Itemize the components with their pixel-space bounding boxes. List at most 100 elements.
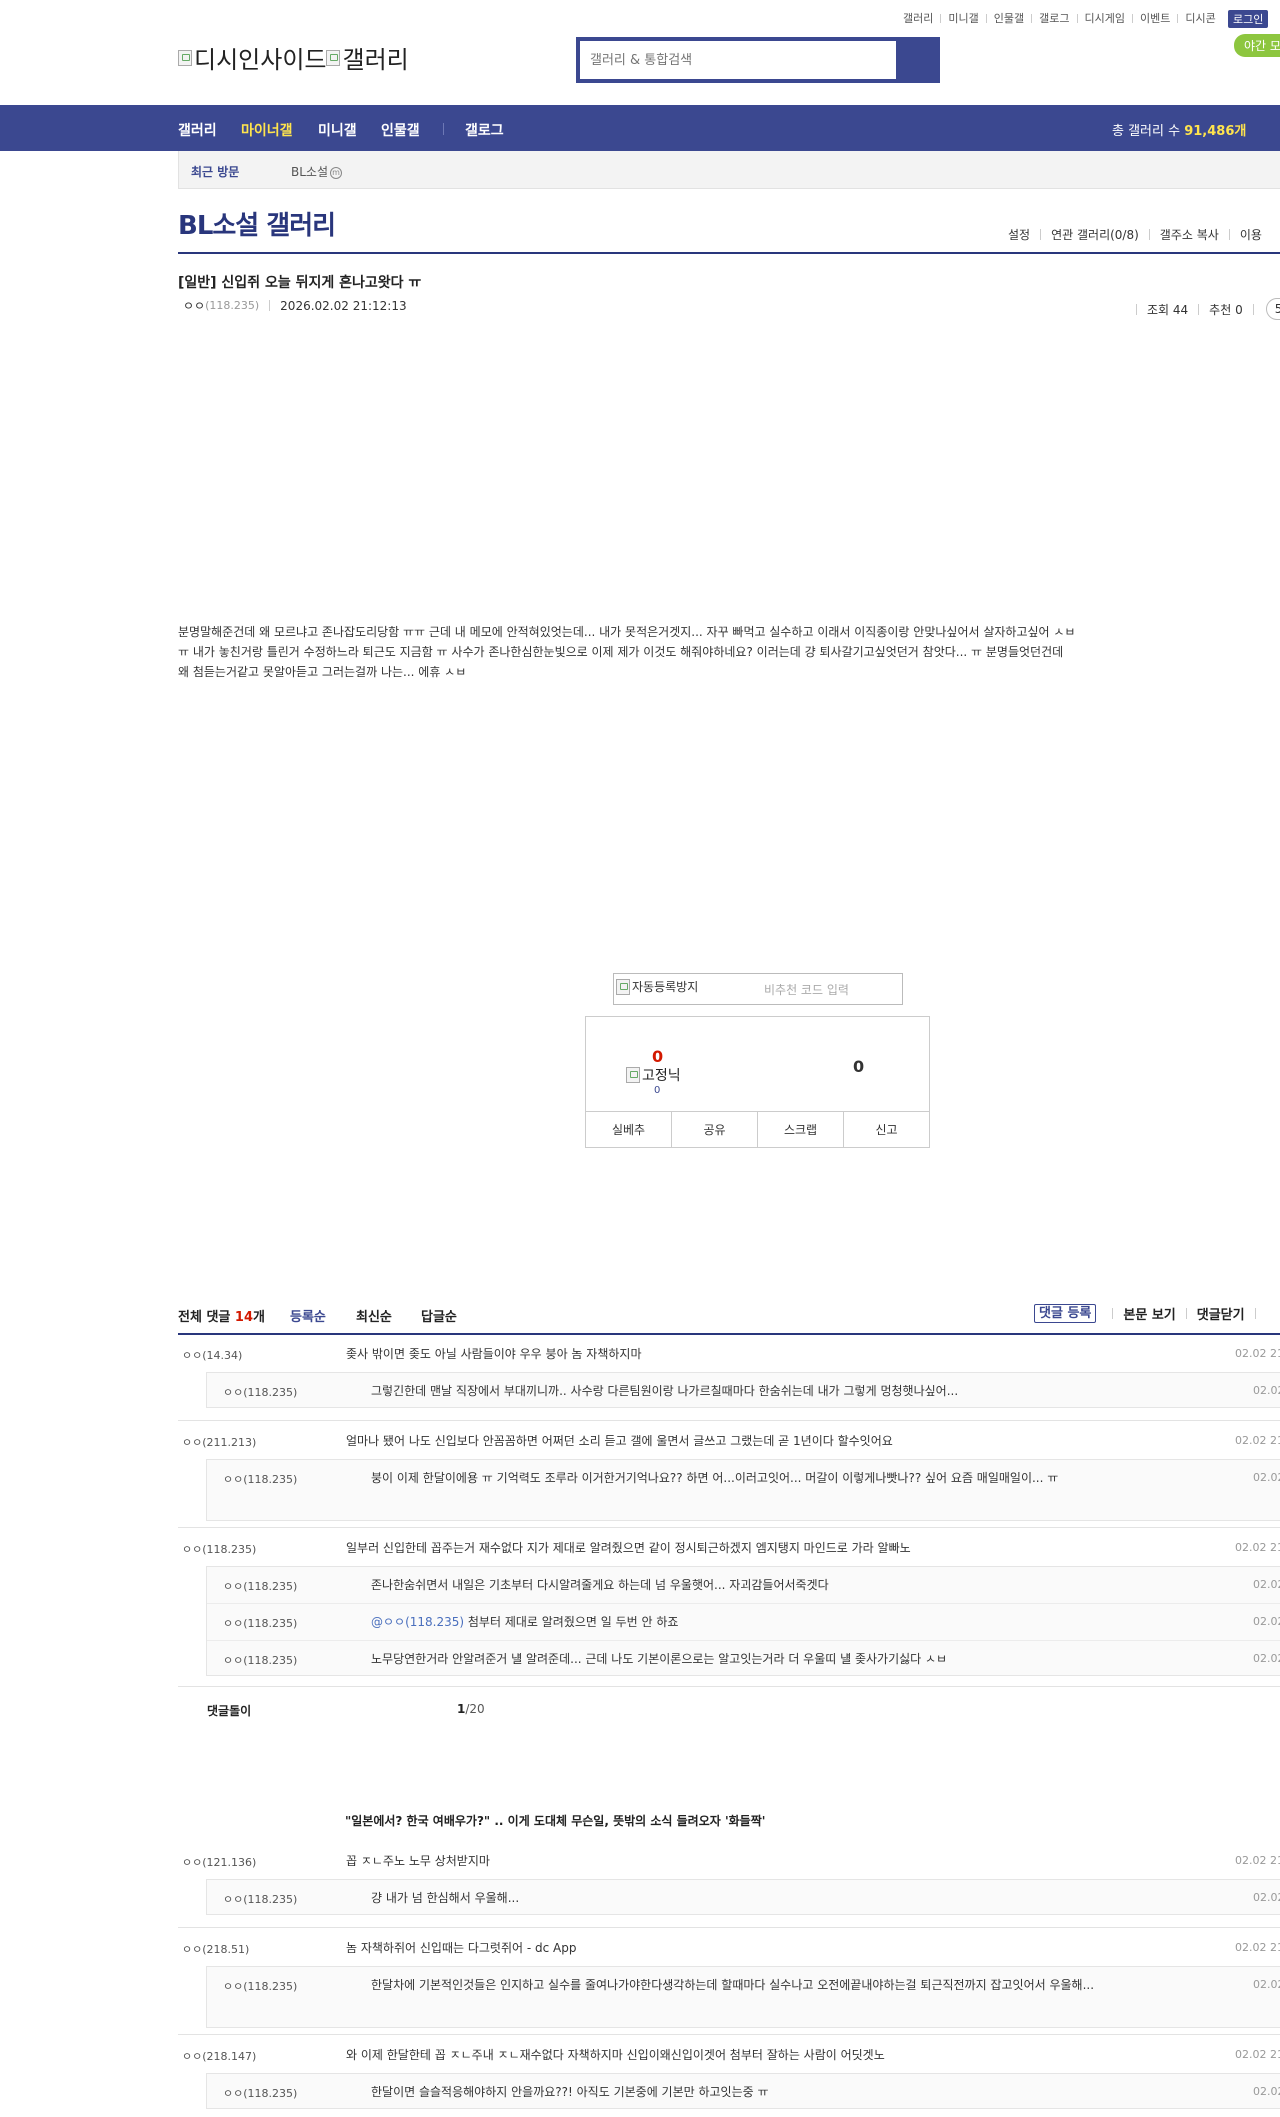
captcha-input[interactable]: 비추천 코드 입력 <box>764 981 849 998</box>
comment-nick[interactable]: ㅇㅇ(14.34) <box>182 1347 242 1363</box>
reply-date: 02.02 21:2 <box>1253 1978 1280 1991</box>
reply-date: 02.02 21:2 <box>1253 1891 1280 1904</box>
fixed-nick-label: 고정닉 <box>642 1068 681 1084</box>
total-value: 91,486개 <box>1184 124 1247 139</box>
reply-list: ㅇㅇ(118.235) 한달이면 슬슬적응해야하지 안을까요??! 아직도 기본… <box>206 2073 1280 2109</box>
search-bar <box>576 37 940 83</box>
comment-count-button[interactable]: 5 <box>1265 298 1280 320</box>
best-recommend-button[interactable]: 실베추 <box>586 1112 671 1147</box>
related-gallery-link[interactable]: 연관 갤러리(0/8) <box>1051 226 1139 243</box>
recent-visits: 최근 방문 BL소설 m <box>178 151 1280 189</box>
total-label: 총 갤러리 수 <box>1112 124 1181 139</box>
divider <box>1031 13 1033 23</box>
reply-text: 노무당연한거라 안알려준거 냴 알려준데... 근데 나도 기본이론으로는 알고… <box>371 1652 948 1666</box>
nav-gallog[interactable]: 갤로그 <box>465 120 504 140</box>
post-ip: (118.235) <box>205 299 260 312</box>
top-link-game[interactable]: 디시게임 <box>1085 10 1125 26</box>
broken-image-icon <box>326 49 341 66</box>
recommend-box: 0 고정닉 0 0 실베추 공유 스크랩 신고 <box>585 1016 930 1148</box>
reply-nick[interactable]: ㅇㅇ(118.235) <box>223 1578 297 1594</box>
top-links: 갤러리 미니갤 인물갤 갤로그 디시게임 이벤트 디시콘 <box>903 10 1216 26</box>
divider <box>178 1333 1280 1335</box>
reply-date: 02.02 21:2 <box>1253 2085 1280 2098</box>
comment-nick[interactable]: ㅇㅇ(118.235) <box>182 1541 256 1557</box>
top-link-event[interactable]: 이벤트 <box>1140 10 1170 26</box>
recent-item-label: BL소설 <box>291 165 328 179</box>
comment-nick[interactable]: ㅇㅇ(218.147) <box>182 2048 256 2064</box>
comment-pagination[interactable]: 1/20 <box>457 1702 485 1716</box>
share-button[interactable]: 공유 <box>671 1112 757 1147</box>
search-button[interactable] <box>898 41 936 79</box>
comment-item: ㅇㅇ(218.51) 놈 자책하쥐어 신입때는 다그럿쥐어 - dc App 0… <box>178 1939 1280 2035</box>
reply-nick[interactable]: ㅇㅇ(118.235) <box>223 1384 297 1400</box>
divider <box>1177 13 1179 23</box>
usage-link[interactable]: 이용 <box>1240 226 1262 243</box>
recent-item-bl-novel[interactable]: BL소설 m <box>291 163 342 180</box>
login-button[interactable]: 로그인 <box>1228 10 1269 28</box>
reply-nick[interactable]: ㅇㅇ(118.235) <box>223 1471 297 1487</box>
settings-link[interactable]: 설정 <box>1008 226 1030 243</box>
nav-gallery[interactable]: 갤러리 <box>178 120 217 140</box>
comment-text: 일부러 신입한테 꼽주는거 재수없다 지가 제대로 알려줬으면 같이 정시퇴근하… <box>346 1541 911 1555</box>
sort-tab-registered[interactable]: 등록순 <box>290 1306 326 1325</box>
reply-date: 02.02 21:2 <box>1253 1578 1280 1591</box>
reply-list: ㅇㅇ(118.235) 존나한숨쉬면서 내일은 기초부터 다시알려줄게요 하는데… <box>206 1566 1280 1676</box>
site-logo[interactable]: 디시인사이드 갤러리 <box>178 40 409 75</box>
reply-item: ㅇㅇ(118.235) 노무당연한거라 안알려준거 냴 알려준데... 근데 나… <box>207 1640 1280 1677</box>
reply-date: 02.02 21:2 <box>1253 1652 1280 1665</box>
reply-nick[interactable]: ㅇㅇ(118.235) <box>223 2085 297 2101</box>
copy-address-link[interactable]: 갤주소 복사 <box>1160 226 1219 243</box>
divider <box>178 2034 1280 2035</box>
news-headline-link[interactable]: "일본에서? 한국 여배우가?" .. 이게 도대체 무슨일, 뜻밖의 소식 들… <box>345 1812 765 1829</box>
search-input[interactable] <box>580 41 896 79</box>
top-link-mini[interactable]: 미니갤 <box>948 10 978 26</box>
top-link-gallog[interactable]: 갤로그 <box>1039 10 1069 26</box>
reply-nick[interactable]: ㅇㅇ(118.235) <box>223 1891 297 1907</box>
scrap-button[interactable]: 스크랩 <box>757 1112 843 1147</box>
sort-tab-replies[interactable]: 답글순 <box>421 1306 457 1325</box>
minor-gallery-icon: m <box>330 167 342 179</box>
reply-list: ㅇㅇ(118.235) 한달차에 기본적인것들은 인지하고 실수를 줄여나가야한… <box>206 1966 1280 2028</box>
view-post-button[interactable]: 본문 보기 <box>1123 1304 1175 1323</box>
comment-item: ㅇㅇ(218.147) 와 이제 한달한테 꼽 ㅈㄴ주내 ㅈㄴ재수없다 자책하지… <box>178 2046 1280 2117</box>
reply-nick[interactable]: ㅇㅇ(118.235) <box>223 1978 297 1994</box>
recommend-down-count[interactable]: 0 <box>853 1057 864 1076</box>
top-link-gallery[interactable]: 갤러리 <box>903 10 933 26</box>
comment-nick[interactable]: ㅇㅇ(211.213) <box>182 1434 256 1450</box>
comment-nick[interactable]: ㅇㅇ(218.51) <box>182 1941 249 1957</box>
reply-list: ㅇㅇ(118.235) 붕이 이제 한달이에용 ㅠ 기억력도 조루라 이거한거기… <box>206 1459 1280 1521</box>
comment-header: 전체 댓글 14개 등록순 최신순 답글순 댓글 등록 본문 보기 댓글닫기 <box>178 1304 1280 1334</box>
comment-nick[interactable]: ㅇㅇ(121.136) <box>182 1854 256 1870</box>
nav-mini-gallery[interactable]: 미니갤 <box>318 120 357 140</box>
register-comment-button[interactable]: 댓글 등록 <box>1034 1304 1097 1323</box>
nav-person-gallery[interactable]: 인물갤 <box>381 120 420 140</box>
close-comments-button[interactable]: 댓글닫기 <box>1197 1304 1245 1323</box>
reply-list: ㅇㅇ(118.235) 걍 내가 넘 한심해서 우울해... 02.02 21:… <box>206 1879 1280 1915</box>
divider <box>1040 229 1042 240</box>
fixed-nick-count: 0 <box>654 1085 661 1096</box>
comment-date: 02.02 21: <box>1235 1434 1280 1447</box>
top-link-dccon[interactable]: 디시콘 <box>1185 10 1215 26</box>
recommend-up-count[interactable]: 0 <box>652 1047 663 1066</box>
search-icon <box>898 41 936 79</box>
comment-text: 와 이제 한달한테 꼽 ㅈㄴ주내 ㅈㄴ재수없다 자책하지마 신입이왜신입이겟어 … <box>346 2048 885 2062</box>
night-mode-button[interactable]: 야간 모드 <box>1234 34 1280 57</box>
report-button[interactable]: 신고 <box>843 1112 929 1147</box>
reply-nick[interactable]: ㅇㅇ(118.235) <box>223 1652 297 1668</box>
comment-date: 02.02 21: <box>1235 2048 1280 2061</box>
captcha-alt: 자동등록방지 <box>632 980 699 994</box>
post-stats: 조회 44 추천 0 5 <box>1126 298 1280 320</box>
post-author[interactable]: ㅇㅇ <box>183 297 205 314</box>
divider <box>1148 229 1150 240</box>
gallery-title[interactable]: BL소설 갤러리 <box>178 205 336 242</box>
nav-minor-gallery[interactable]: 마이너갤 <box>241 120 293 140</box>
comment-total-count: 14 <box>234 1310 253 1325</box>
reply-nick[interactable]: ㅇㅇ(118.235) <box>223 1615 297 1631</box>
divider <box>443 123 444 135</box>
comment-date: 02.02 21: <box>1235 1541 1280 1554</box>
sort-tab-latest[interactable]: 최신순 <box>356 1306 392 1325</box>
reply-mention[interactable]: @ㅇㅇ(118.235) <box>371 1615 464 1629</box>
comment-item: ㅇㅇ(118.235) 일부러 신입한테 꼽주는거 재수없다 지가 제대로 알려… <box>178 1539 1280 1679</box>
comment-text: 얼마나 됐어 나도 신입보다 안꼼꼼하면 어쩌던 소리 듣고 갤에 울면서 글쓰… <box>346 1434 893 1448</box>
top-link-person[interactable]: 인물갤 <box>994 10 1024 26</box>
